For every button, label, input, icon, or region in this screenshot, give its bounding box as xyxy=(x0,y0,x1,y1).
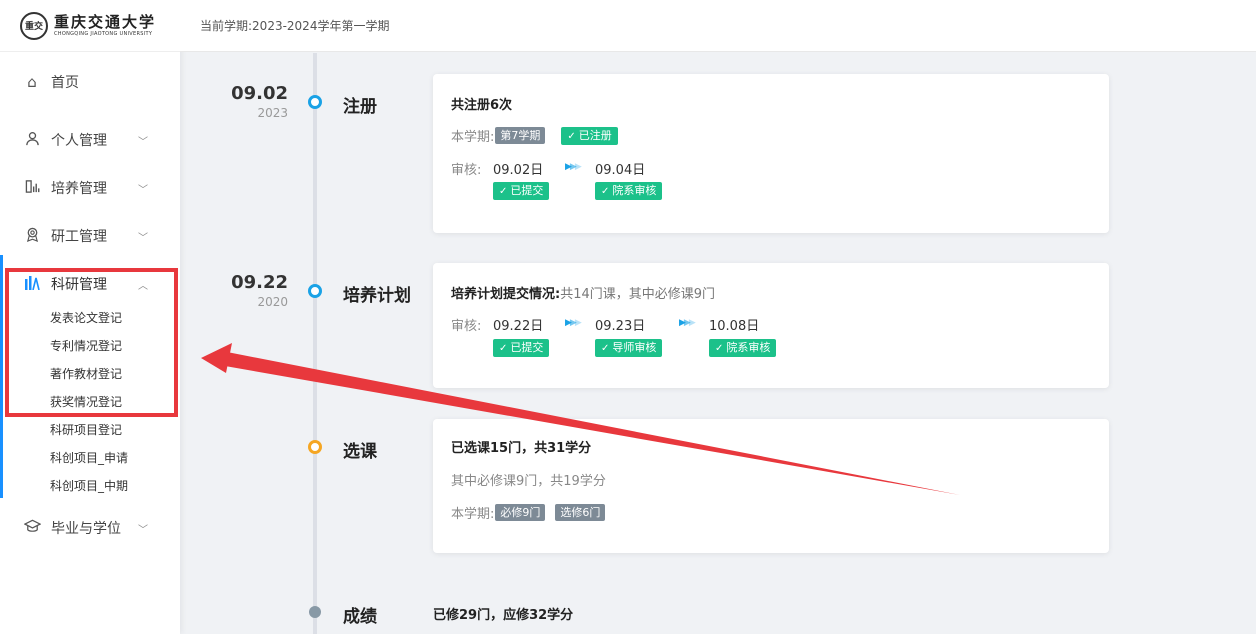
registration-summary: 共注册6次 xyxy=(451,98,513,113)
step-date: 09.02日 xyxy=(493,163,544,178)
chevron-down-icon: ﹀ xyxy=(138,232,148,244)
course-card: 已选课15门，共31学分 其中必修课9门，共19学分 本学期: 必修9门 选修6… xyxy=(433,419,1109,553)
sidebar-item-research-work[interactable]: 研工管理 ﹀ xyxy=(0,216,180,256)
graduation-cap-icon xyxy=(22,519,42,537)
submitted-tag: ✓ 已提交 xyxy=(493,339,550,357)
step-arrow-icon: ▶▶▶ xyxy=(679,318,696,328)
department-review-tag: ✓ 院系审核 xyxy=(709,339,777,357)
submitted-tag: ✓ 已提交 xyxy=(493,182,550,200)
date-day: 09.22 xyxy=(231,272,288,293)
step-date: 09.23日 xyxy=(595,319,646,334)
top-header: 当前学期:2023-2024学年第一学期 xyxy=(180,0,1256,52)
course-required-summary: 其中必修课9门，共19学分 xyxy=(451,474,606,489)
sidebar-item-label: 毕业与学位 xyxy=(51,521,121,537)
sidebar-item-label: 研工管理 xyxy=(51,229,107,245)
badge-icon xyxy=(22,227,42,246)
timeline-dot xyxy=(309,606,321,618)
timeline-area: 09.02 2023 注册 共注册6次 本学期: 第7学期 ✓ 已注册 审核: 0… xyxy=(180,53,1256,634)
sidebar-item-graduation[interactable]: 毕业与学位 ﹀ xyxy=(0,508,180,548)
sidebar-item-training[interactable]: 培养管理 ﹀ xyxy=(0,168,180,208)
term-label: 本学期: xyxy=(451,130,495,145)
term-tag: 第7学期 xyxy=(495,127,546,144)
university-name-en: CHONGQING JIAOTONG UNIVERSITY xyxy=(54,31,153,37)
chart-book-icon xyxy=(22,179,42,198)
date-year: 2020 xyxy=(257,295,288,309)
review-label: 审核: xyxy=(451,319,482,334)
timeline-line xyxy=(313,53,317,634)
current-semester: 当前学期:2023-2024学年第一学期 xyxy=(200,19,390,33)
timeline-dot xyxy=(308,95,322,109)
timeline-date: 09.22 2020 xyxy=(180,272,288,309)
timeline-dot xyxy=(308,440,322,454)
grades-summary: 已修29门，应修32学分 xyxy=(433,608,574,623)
elective-tag: 选修6门 xyxy=(555,504,606,521)
sidebar-item-label: 个人管理 xyxy=(51,133,107,149)
home-icon: ⌂ xyxy=(27,73,37,91)
annotation-highlight-box xyxy=(5,268,178,417)
user-icon xyxy=(22,131,42,150)
term-label: 本学期: xyxy=(451,507,495,522)
timeline-title-course: 选课 xyxy=(343,442,377,462)
required-tag: 必修9门 xyxy=(495,504,546,521)
university-name: 重庆交通大学 xyxy=(54,13,157,31)
sidebar-item-label: 首页 xyxy=(51,75,79,91)
step-date: 09.22日 xyxy=(493,319,544,334)
step-arrow-icon: ▶▶▶ xyxy=(565,318,582,328)
sidebar: 重交 重庆交通大学 CHONGQING JIAOTONG UNIVERSITY … xyxy=(0,0,180,634)
step-date: 10.08日 xyxy=(709,319,760,334)
date-year: 2023 xyxy=(257,106,288,120)
university-seal-icon: 重交 xyxy=(20,11,48,40)
date-day: 09.02 xyxy=(231,83,288,104)
review-label: 审核: xyxy=(451,163,482,178)
chevron-down-icon: ﹀ xyxy=(138,136,148,148)
timeline-title-training-plan: 培养计划 xyxy=(343,286,411,306)
chevron-down-icon: ﹀ xyxy=(138,184,148,196)
chevron-down-icon: ﹀ xyxy=(138,524,148,536)
registered-status-tag: ✓ 已注册 xyxy=(561,126,618,145)
timeline-dot xyxy=(308,284,322,298)
sidebar-subitem-innovation-midterm[interactable]: 科创项目_中期 xyxy=(50,476,128,496)
sidebar-item-label: 培养管理 xyxy=(51,181,107,197)
department-review-tag: ✓ 院系审核 xyxy=(595,182,663,200)
timeline-title-registration: 注册 xyxy=(343,97,377,117)
training-plan-summary: 培养计划提交情况:共14门课，其中必修课9门 xyxy=(451,287,716,302)
sidebar-subitem-project[interactable]: 科研项目登记 xyxy=(50,420,122,440)
step-date: 09.04日 xyxy=(595,163,646,178)
step-arrow-icon: ▶▶▶ xyxy=(565,162,582,172)
advisor-review-tag: ✓ 导师审核 xyxy=(595,339,663,357)
sidebar-subitem-innovation-apply[interactable]: 科创项目_申请 xyxy=(50,448,128,468)
university-logo[interactable]: 重交 重庆交通大学 CHONGQING JIAOTONG UNIVERSITY xyxy=(0,0,180,52)
sidebar-item-personal[interactable]: 个人管理 ﹀ xyxy=(0,120,180,160)
timeline-date: 09.02 2023 xyxy=(180,83,288,120)
training-plan-card: 培养计划提交情况:共14门课，其中必修课9门 审核: 09.22日 ▶▶▶ 09… xyxy=(433,263,1109,388)
sidebar-item-home[interactable]: ⌂ 首页 xyxy=(0,62,180,102)
course-summary: 已选课15门，共31学分 xyxy=(451,441,592,456)
registration-card: 共注册6次 本学期: 第7学期 ✓ 已注册 审核: 09.02日 ▶▶▶ 09.0… xyxy=(433,74,1109,233)
timeline-title-grades: 成绩 xyxy=(343,607,377,627)
